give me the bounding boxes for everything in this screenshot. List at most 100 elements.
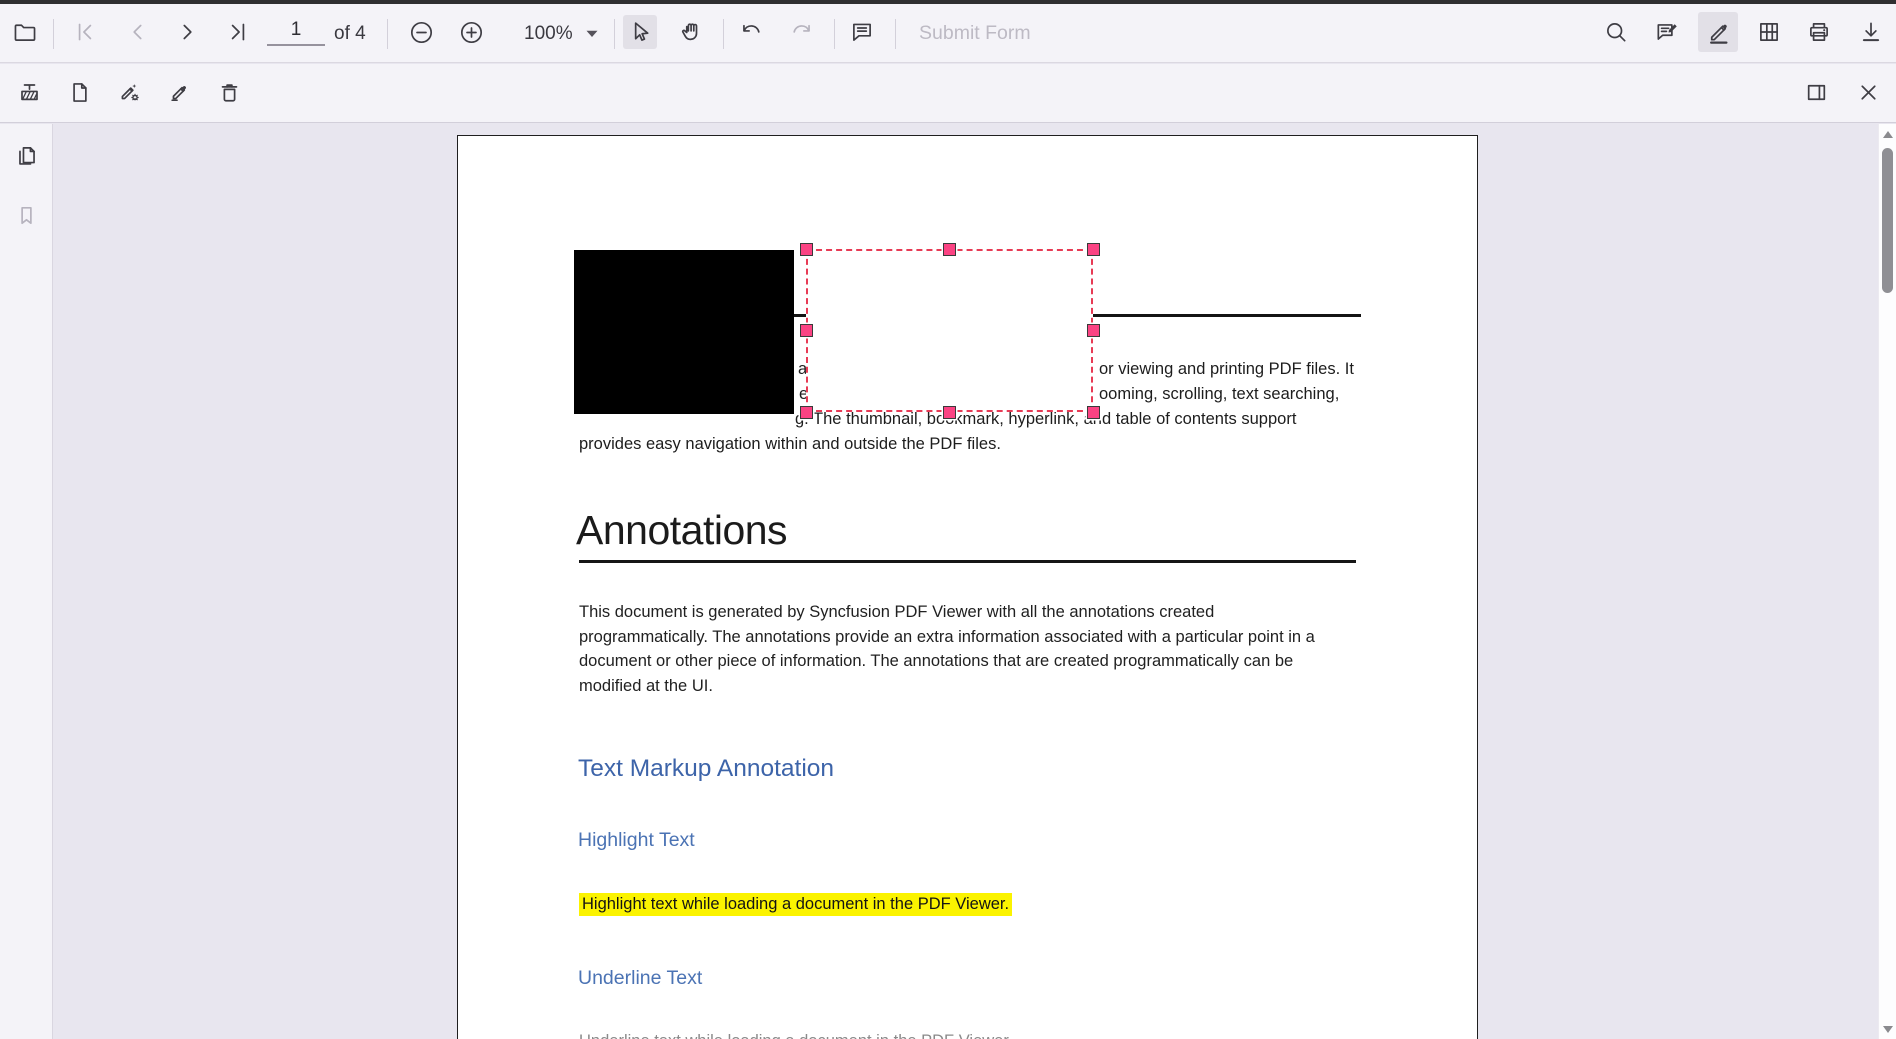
intro-line4: provides easy navigation within and outs… bbox=[579, 432, 1001, 456]
select-tool-icon bbox=[627, 19, 653, 45]
redo-button[interactable] bbox=[785, 15, 819, 49]
annotation-resize-handle-top-left[interactable] bbox=[800, 243, 813, 256]
clipped-next-line: Underline text while loading a document … bbox=[579, 1032, 1013, 1039]
annotation-toolbar bbox=[0, 64, 1896, 123]
ink-pen-icon bbox=[167, 80, 192, 105]
open-file-button[interactable] bbox=[8, 15, 42, 49]
zoom-in-icon bbox=[458, 19, 485, 46]
print-button[interactable] bbox=[1802, 15, 1836, 49]
submit-form-button[interactable]: Submit Form bbox=[919, 4, 1031, 63]
zoom-value: 100% bbox=[524, 23, 573, 45]
scroll-down-icon[interactable] bbox=[1883, 1026, 1893, 1033]
annotation-resize-handle-bottom-left[interactable] bbox=[800, 406, 813, 419]
close-icon bbox=[1856, 80, 1881, 105]
intro-line2-right: ooming, scrolling, text searching, bbox=[1099, 382, 1339, 406]
redact-text-icon bbox=[17, 80, 42, 105]
highlighted-sentence: Highlight text while loading a document … bbox=[579, 893, 1012, 916]
bookmarks-icon bbox=[14, 203, 39, 228]
annotation-settings-icon bbox=[117, 80, 142, 105]
pan-tool-button[interactable] bbox=[673, 15, 707, 49]
comment-edit-button[interactable] bbox=[1650, 15, 1684, 49]
undo-icon bbox=[738, 19, 764, 45]
selected-annotation[interactable] bbox=[806, 249, 1093, 412]
redaction-black-box[interactable] bbox=[574, 250, 794, 414]
toolbar-separator bbox=[53, 19, 54, 49]
search-button[interactable] bbox=[1599, 15, 1633, 49]
close-toolbar-button[interactable] bbox=[1851, 75, 1885, 109]
first-page-button[interactable] bbox=[68, 15, 102, 49]
toolbar-separator bbox=[614, 19, 615, 49]
next-page-icon bbox=[174, 19, 200, 45]
print-icon bbox=[1806, 19, 1832, 45]
toolbar-separator bbox=[387, 19, 388, 49]
download-icon bbox=[1858, 19, 1884, 45]
caret-down-icon bbox=[586, 30, 598, 38]
underline-heading: Underline Text bbox=[578, 967, 702, 990]
redact-page-icon bbox=[67, 80, 92, 105]
previous-page-icon bbox=[125, 19, 151, 45]
search-icon bbox=[1603, 19, 1629, 45]
main-toolbar: of 4 100% bbox=[0, 4, 1896, 63]
page-number-input[interactable] bbox=[267, 16, 325, 46]
panel-toggle-icon bbox=[1804, 80, 1829, 105]
page-thumbnails-icon bbox=[13, 143, 40, 170]
scrollbar-thumb[interactable] bbox=[1882, 148, 1893, 293]
toolbar-separator bbox=[723, 19, 724, 49]
page-thumbnails-button[interactable] bbox=[9, 139, 43, 173]
navigation-sidebar bbox=[0, 124, 53, 1039]
redact-text-button[interactable] bbox=[12, 75, 46, 109]
zoom-dropdown[interactable]: 100% bbox=[524, 4, 598, 63]
intro-line1-right: or viewing and printing PDF files. It bbox=[1099, 357, 1354, 381]
next-page-button[interactable] bbox=[170, 15, 204, 49]
comment-icon bbox=[849, 19, 875, 45]
redo-icon bbox=[789, 19, 815, 45]
zoom-out-button[interactable] bbox=[404, 15, 438, 49]
toolbar-separator bbox=[834, 19, 835, 49]
select-tool-button[interactable] bbox=[623, 15, 657, 49]
first-page-icon bbox=[72, 19, 98, 45]
scroll-up-icon[interactable] bbox=[1883, 131, 1893, 138]
heading-rule bbox=[579, 560, 1356, 563]
form-fields-icon bbox=[1756, 19, 1782, 45]
annotation-pen-icon bbox=[1705, 19, 1732, 46]
bookmarks-button[interactable] bbox=[9, 198, 43, 232]
annotation-pen-button[interactable] bbox=[1698, 12, 1738, 52]
ink-pen-button[interactable] bbox=[162, 75, 196, 109]
delete-annotation-button[interactable] bbox=[212, 75, 246, 109]
redact-page-button[interactable] bbox=[62, 75, 96, 109]
undo-button[interactable] bbox=[734, 15, 768, 49]
panel-toggle-button[interactable] bbox=[1799, 75, 1833, 109]
pdf-page: a or viewing and printing PDF files. It … bbox=[457, 135, 1478, 1039]
annotation-resize-handle-middle-left[interactable] bbox=[800, 324, 813, 337]
annotation-resize-handle-middle-right[interactable] bbox=[1087, 324, 1100, 337]
annotation-resize-handle-bottom-right[interactable] bbox=[1087, 406, 1100, 419]
last-page-button[interactable] bbox=[221, 15, 255, 49]
form-fields-button[interactable] bbox=[1752, 15, 1786, 49]
document-scrollbar[interactable] bbox=[1878, 124, 1896, 1039]
document-heading: Annotations bbox=[576, 507, 787, 554]
delete-icon bbox=[217, 80, 242, 105]
annotation-resize-handle-top-right[interactable] bbox=[1087, 243, 1100, 256]
page-count-label: of 4 bbox=[334, 4, 366, 63]
page-number-field bbox=[262, 16, 330, 48]
title-rule-fragment bbox=[794, 314, 806, 317]
pan-tool-icon bbox=[677, 19, 703, 45]
previous-page-button[interactable] bbox=[121, 15, 155, 49]
annotation-resize-handle-top-center[interactable] bbox=[943, 243, 956, 256]
zoom-in-button[interactable] bbox=[454, 15, 488, 49]
title-rule-fragment bbox=[1093, 314, 1361, 317]
document-paragraph: This document is generated by Syncfusion… bbox=[579, 600, 1559, 699]
section-title: Text Markup Annotation bbox=[578, 755, 834, 783]
zoom-out-icon bbox=[408, 19, 435, 46]
pdf-viewer-app: { "toolbar_top": { "page_number": "1", "… bbox=[0, 0, 1896, 1039]
highlight-heading: Highlight Text bbox=[578, 829, 695, 852]
comment-button[interactable] bbox=[845, 15, 879, 49]
document-viewport[interactable]: a or viewing and printing PDF files. It … bbox=[54, 124, 1896, 1039]
comment-edit-icon bbox=[1654, 19, 1680, 45]
annotation-settings-button[interactable] bbox=[112, 75, 146, 109]
last-page-icon bbox=[225, 19, 251, 45]
open-file-icon bbox=[12, 19, 38, 45]
annotation-resize-handle-bottom-center[interactable] bbox=[943, 406, 956, 419]
toolbar-separator bbox=[895, 19, 896, 49]
download-button[interactable] bbox=[1854, 15, 1888, 49]
